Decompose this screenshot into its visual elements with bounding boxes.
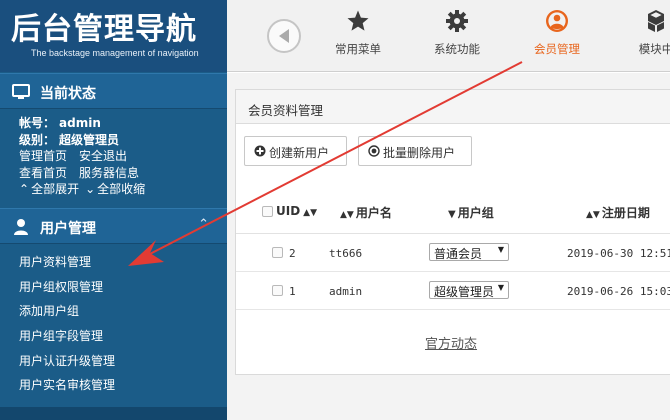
plus-circle-icon xyxy=(254,145,266,157)
col-reg-date-label: 注册日期 xyxy=(601,206,650,220)
row-group-value: 超级管理员 xyxy=(434,285,495,299)
logo-title: 后台管理导航 xyxy=(11,12,197,47)
monitor-icon xyxy=(12,84,30,99)
status-info: 帐号： admin 级别： 超级管理员 管理首页 安全退出 查看首页 服务器信息 ⌃ 全部… xyxy=(19,115,219,198)
level-value: 超级管理员 xyxy=(59,132,120,147)
row-username: tt666 xyxy=(329,247,363,260)
row-checkbox[interactable] xyxy=(272,285,283,296)
col-username[interactable]: ▲▼ 用户名 xyxy=(340,204,392,221)
server-info-link[interactable]: 服务器信息 xyxy=(79,166,139,180)
row-checkbox[interactable] xyxy=(272,247,283,258)
sort-icon: ▲▼ xyxy=(586,210,600,220)
star-icon xyxy=(347,10,369,31)
nav-system-functions-label: 系统功能 xyxy=(434,42,480,56)
chevron-up-icon: ⌃ xyxy=(198,217,209,232)
col-username-label: 用户名 xyxy=(355,206,392,220)
user-circle-icon xyxy=(546,10,568,32)
user-icon xyxy=(14,219,28,235)
menu-item-group-fields[interactable]: 用户组字段管理 xyxy=(0,324,227,349)
nav-common-menu-label: 常用菜单 xyxy=(335,42,381,56)
row-group-select[interactable]: 超级管理员 ▼ xyxy=(429,281,509,299)
chevron-down-icon: ▼ xyxy=(497,283,504,292)
user-menu: 用户资料管理 用户组权限管理 添加用户组 用户组字段管理 用户认证升级管理 用户… xyxy=(0,250,227,398)
table-row: 1 admin 超级管理员 ▼ 2019-06-26 15:03 xyxy=(236,272,670,310)
sort-icon: ▲▼ xyxy=(303,208,318,218)
account-row: 帐号： admin xyxy=(19,115,219,132)
logo-subtitle: The backstage management of navigation xyxy=(31,48,199,58)
table-row: 2 tt666 普通会员 ▼ 2019-06-30 12:51 xyxy=(236,234,670,272)
filter-icon: ▼ xyxy=(448,209,456,220)
status-section-title: 当前状态 xyxy=(40,86,96,102)
menu-item-auth-upgrade[interactable]: 用户认证升级管理 xyxy=(0,349,227,374)
chevron-down-icon: ⌄ xyxy=(85,182,96,196)
nav-common-menu[interactable]: 常用菜单 xyxy=(313,0,403,72)
logout-link[interactable]: 安全退出 xyxy=(79,149,127,163)
menu-item-group-permissions[interactable]: 用户组权限管理 xyxy=(0,275,227,300)
table-header: UID ▲▼ ▲▼ 用户名 ▼ 用户组 ▲▼ 注册日期 xyxy=(236,190,670,234)
nav-system-functions[interactable]: 系统功能 xyxy=(412,0,502,72)
col-reg-date[interactable]: ▲▼ 注册日期 xyxy=(586,204,650,221)
create-user-button[interactable]: 创建新用户 xyxy=(244,136,347,166)
links-row-2: 查看首页 服务器信息 xyxy=(19,165,219,182)
account-value: admin xyxy=(59,116,101,130)
col-group-label: 用户组 xyxy=(457,206,494,220)
logo: 后台管理导航 The backstage management of navig… xyxy=(0,0,227,72)
sort-icon: ▲▼ xyxy=(340,210,354,220)
col-uid[interactable]: UID ▲▼ xyxy=(276,204,317,218)
admin-home-link[interactable]: 管理首页 xyxy=(19,149,67,163)
row-group-select[interactable]: 普通会员 ▼ xyxy=(429,243,509,261)
menu-item-realname-review[interactable]: 用户实名审核管理 xyxy=(0,373,227,398)
col-uid-label: UID xyxy=(276,204,301,218)
col-group[interactable]: ▼ 用户组 xyxy=(448,204,494,221)
view-home-link[interactable]: 查看首页 xyxy=(19,166,67,180)
level-row: 级别： 超级管理员 xyxy=(19,132,219,149)
level-label: 级别： xyxy=(19,132,56,147)
expand-all-label: 全部展开 xyxy=(31,182,80,196)
menu-item-user-profile[interactable]: 用户资料管理 xyxy=(0,250,227,275)
batch-delete-button[interactable]: 批量删除用户 xyxy=(358,136,472,166)
collapse-all-link[interactable]: ⌄ 全部收缩 xyxy=(85,182,145,196)
official-news-link[interactable]: 官方动态 xyxy=(425,333,477,352)
user-section-title: 用户管理 xyxy=(40,221,96,237)
sidebar-bottom-bar xyxy=(0,407,227,420)
create-user-label: 创建新用户 xyxy=(269,146,330,160)
account-label: 帐号： xyxy=(19,116,56,130)
row-group-value: 普通会员 xyxy=(434,247,483,261)
gear-icon xyxy=(446,10,468,32)
chevron-up-icon: ⌃ xyxy=(19,182,30,196)
top-navigation: 常用菜单 系统功能 会员管理 模块中 xyxy=(227,0,670,72)
links-row-1: 管理首页 安全退出 xyxy=(19,148,219,165)
back-button[interactable] xyxy=(267,19,301,53)
select-all-checkbox[interactable] xyxy=(262,206,273,217)
user-section-header[interactable]: 用户管理 ⌃ xyxy=(0,208,227,244)
menu-item-add-group[interactable]: 添加用户组 xyxy=(0,299,227,324)
cubes-icon xyxy=(648,10,664,32)
nav-modules-label: 模块中 xyxy=(638,42,670,56)
status-section-header[interactable]: 当前状态 xyxy=(0,73,227,109)
back-arrow-icon xyxy=(279,29,289,43)
row-uid: 2 xyxy=(289,247,296,260)
row-date: 2019-06-26 15:03 xyxy=(567,285,670,298)
chevron-down-icon: ▼ xyxy=(497,245,504,254)
panel-title: 会员资料管理 xyxy=(248,103,324,118)
sidebar: 后台管理导航 The backstage management of navig… xyxy=(0,0,227,420)
row-date: 2019-06-30 12:51 xyxy=(567,247,670,260)
nav-member-management[interactable]: 会员管理 xyxy=(512,0,602,72)
nav-member-management-label: 会员管理 xyxy=(534,42,580,56)
row-username: admin xyxy=(329,285,363,298)
collapse-all-label: 全部收缩 xyxy=(97,182,146,196)
expand-row: ⌃ 全部展开 ⌄ 全部收缩 xyxy=(19,181,219,198)
nav-modules[interactable]: 模块中 xyxy=(611,0,670,72)
row-uid: 1 xyxy=(289,285,296,298)
main-content: 会员资料管理 创建新用户 批量删除用户 UID ▲▼ ▲▼ 用户名 ▼ 用户组 … xyxy=(227,73,670,420)
expand-all-link[interactable]: ⌃ 全部展开 xyxy=(19,182,79,196)
panel-header: 会员资料管理 xyxy=(236,90,670,124)
batch-delete-label: 批量删除用户 xyxy=(383,146,456,160)
record-icon xyxy=(368,145,380,157)
